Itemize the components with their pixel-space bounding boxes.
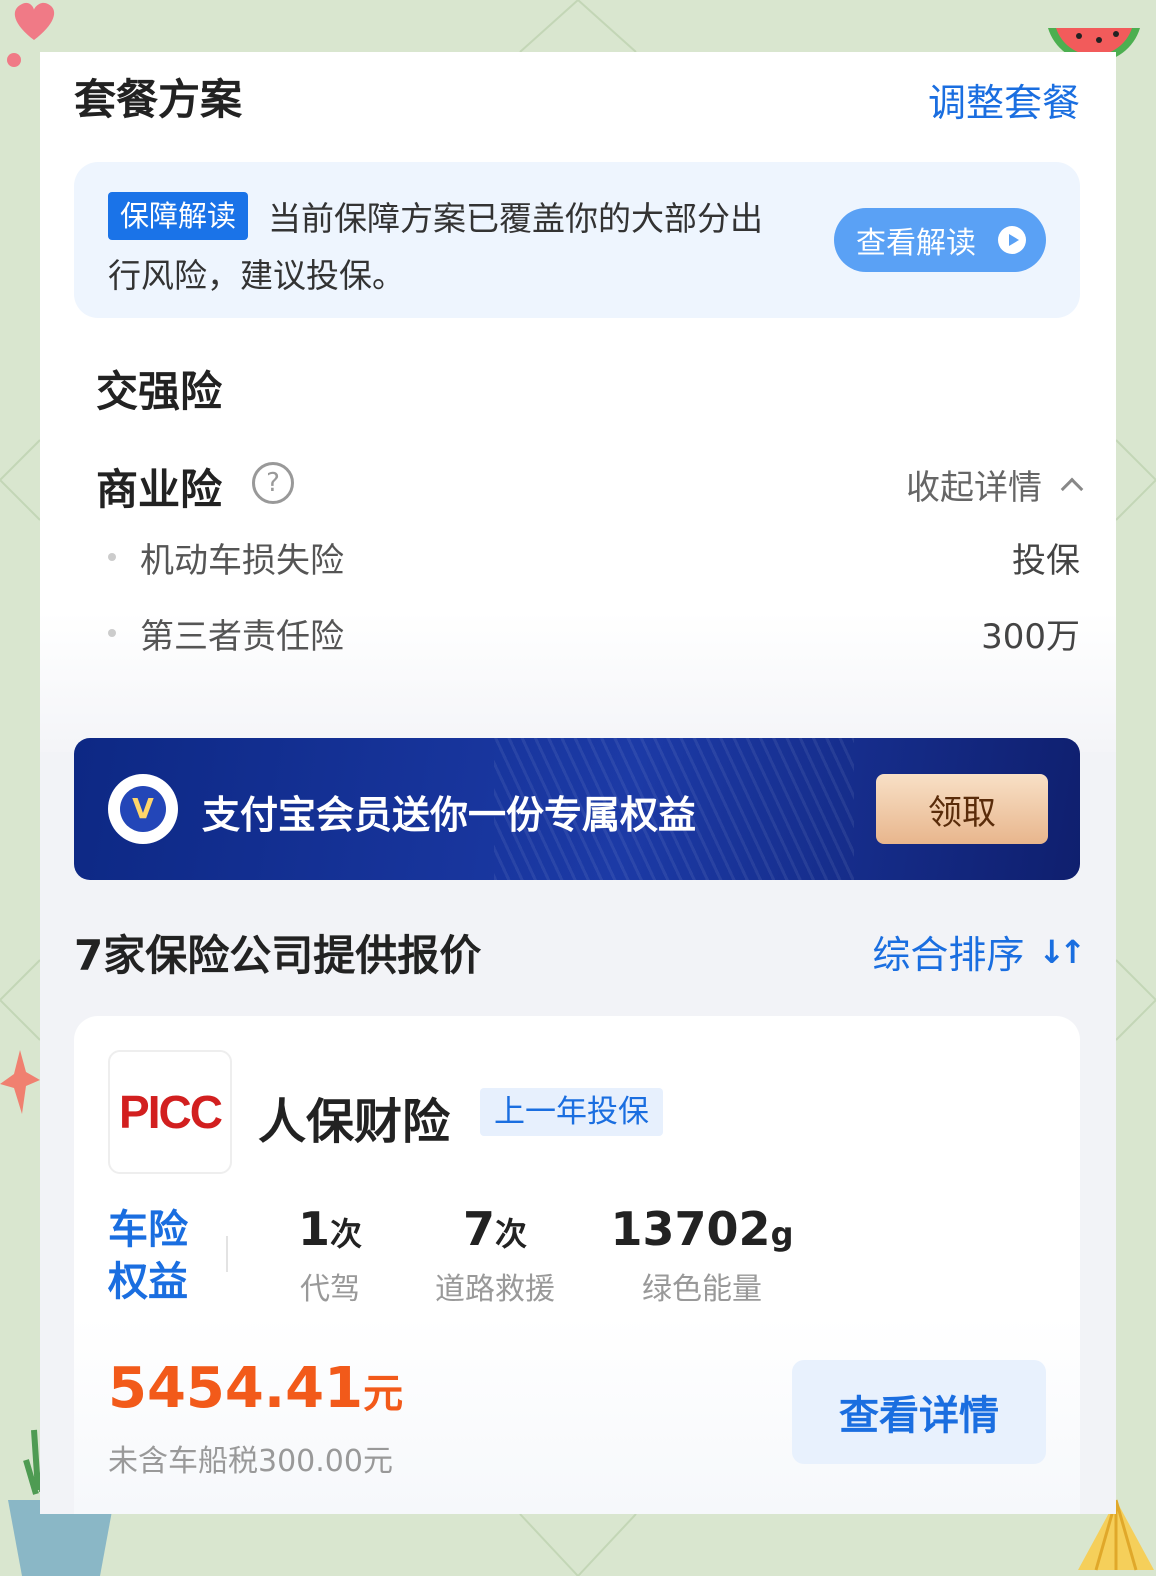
- price: 5454.41元: [108, 1356, 404, 1421]
- question-icon[interactable]: ?: [252, 462, 294, 504]
- member-badge-icon: V: [108, 774, 178, 844]
- view-interpretation-button[interactable]: 查看解读: [834, 208, 1046, 272]
- coverage-item: 第三者责任险 300万: [108, 608, 1080, 658]
- tax-note: 未含车船税300.00元: [108, 1444, 393, 1479]
- compulsory-insurance-title: 交强险: [96, 367, 223, 416]
- sort-icon: ↓↑: [1038, 932, 1086, 971]
- logo-text: PICC: [119, 1086, 223, 1138]
- perk-stat: 7次 道路救援: [435, 1202, 555, 1307]
- coverage-value: 投保: [1012, 540, 1080, 581]
- previous-insurer-tag: 上一年投保: [480, 1088, 663, 1136]
- quotes-title: 7家保险公司提供报价: [74, 931, 482, 980]
- sort-label: 综合排序: [872, 933, 1025, 977]
- banner-text: 支付宝会员送你一份专属权益: [202, 793, 697, 837]
- coverage-notice: 保障解读 当前保障方案已覆盖你的大部分出行风险，建议投保。 查看解读: [74, 162, 1080, 318]
- bullet-icon: [108, 629, 116, 637]
- chevron-up-icon: [1060, 477, 1084, 500]
- collapse-details-toggle[interactable]: 收起详情: [906, 460, 1084, 509]
- view-details-button[interactable]: 查看详情: [792, 1360, 1046, 1464]
- bullet-icon: [108, 553, 116, 561]
- play-icon: [998, 226, 1026, 254]
- perk-label: 车险 权益: [108, 1207, 188, 1305]
- starfish-sticker: [0, 1050, 40, 1114]
- company-name: 人保财险: [258, 1094, 451, 1150]
- watermelon-sticker: [1048, 28, 1140, 60]
- sort-selector[interactable]: 综合排序 ↓↑: [872, 924, 1086, 979]
- claim-button[interactable]: 领取: [876, 774, 1048, 844]
- collapse-label: 收起详情: [906, 468, 1042, 508]
- perk-stat: 1次 代驾: [297, 1202, 363, 1307]
- plan-title: 套餐方案: [74, 75, 243, 124]
- coverage-name: 机动车损失险: [140, 540, 344, 581]
- company-logo: PICC: [108, 1050, 232, 1174]
- adjust-plan-link[interactable]: 调整套餐: [928, 72, 1080, 127]
- view-interpretation-label: 查看解读: [856, 226, 976, 261]
- coverage-name: 第三者责任险: [140, 616, 344, 657]
- commercial-insurance-title: 商业险: [96, 465, 223, 514]
- notice-badge: 保障解读: [108, 192, 249, 240]
- divider: [226, 1236, 228, 1272]
- member-benefit-banner[interactable]: V 支付宝会员送你一份专属权益 领取: [74, 738, 1080, 880]
- coverage-value: 300万: [981, 616, 1080, 657]
- coverage-item: 机动车损失险 投保: [108, 532, 1080, 582]
- main-card: 套餐方案 调整套餐 保障解读 当前保障方案已覆盖你的大部分出行风险，建议投保。 查…: [40, 52, 1116, 1514]
- company-quote-card[interactable]: PICC 人保财险 上一年投保 车险 权益 1次 代驾 7次 道路救援 1370…: [74, 1016, 1080, 1514]
- perk-stat: 13702g 绿色能量: [610, 1202, 794, 1307]
